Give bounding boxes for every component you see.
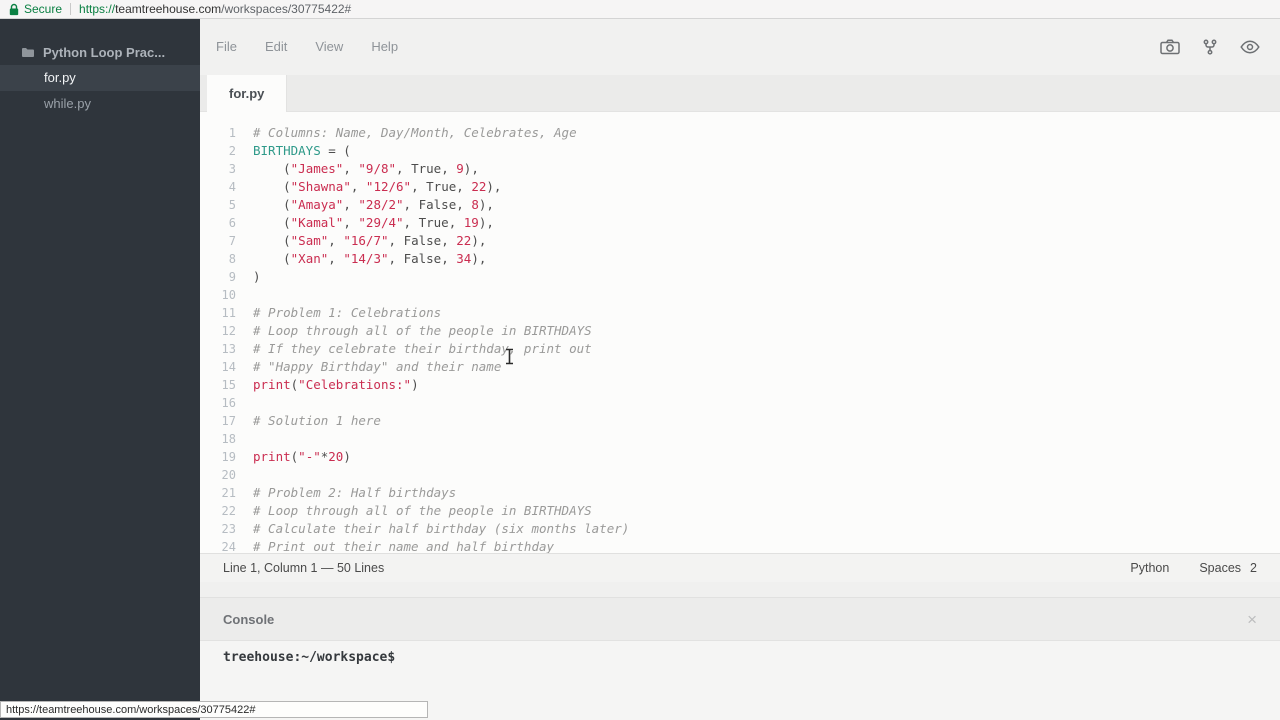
panel-divider	[200, 582, 1280, 597]
code-line-17[interactable]: 17# Solution 1 here	[200, 412, 1280, 430]
code-line-16[interactable]: 16	[200, 394, 1280, 412]
code-line-1[interactable]: 1# Columns: Name, Day/Month, Celebrates,…	[200, 124, 1280, 142]
close-icon[interactable]: ×	[1247, 611, 1257, 628]
code-line-7[interactable]: 7 ("Sam", "16/7", False, 22),	[200, 232, 1280, 250]
browser-address-bar[interactable]: Secure https://teamtreehouse.com/workspa…	[0, 0, 1280, 19]
console-header: Console ×	[200, 597, 1280, 641]
url-host: teamtreehouse.com	[115, 2, 221, 16]
code-line-15[interactable]: 15print("Celebrations:")	[200, 376, 1280, 394]
code-line-9[interactable]: 9)	[200, 268, 1280, 286]
line-number: 14	[200, 358, 236, 376]
lock-icon	[9, 3, 19, 16]
line-number: 20	[200, 466, 236, 484]
fork-icon[interactable]	[1202, 39, 1218, 55]
code-line-6[interactable]: 6 ("Kamal", "29/4", True, 19),	[200, 214, 1280, 232]
line-number: 7	[200, 232, 236, 250]
workspace-app: Python Loop Prac... for.pywhile.py FileE…	[0, 19, 1280, 720]
line-number: 1	[200, 124, 236, 142]
terminal-prompt: treehouse:~/workspace$	[223, 650, 395, 665]
code-line-20[interactable]: 20	[200, 466, 1280, 484]
line-number: 10	[200, 286, 236, 304]
code-line-24[interactable]: 24# Print out their name and half birthd…	[200, 538, 1280, 553]
code-line-23[interactable]: 23# Calculate their half birthday (six m…	[200, 520, 1280, 538]
line-number: 3	[200, 160, 236, 178]
line-number: 13	[200, 340, 236, 358]
indent-size[interactable]: 2	[1250, 561, 1257, 575]
tab-bar: for.py	[200, 75, 1280, 112]
code-line-22[interactable]: 22# Loop through all of the people in BI…	[200, 502, 1280, 520]
project-folder[interactable]: Python Loop Prac...	[0, 39, 200, 65]
line-number: 23	[200, 520, 236, 538]
toolbar-icons	[1160, 39, 1260, 55]
line-number: 2	[200, 142, 236, 160]
code-line-10[interactable]: 10	[200, 286, 1280, 304]
line-number: 11	[200, 304, 236, 322]
cursor-position: Line 1, Column 1 — 50 Lines	[223, 561, 384, 575]
code-line-13[interactable]: 13# If they celebrate their birthday, pr…	[200, 340, 1280, 358]
folder-icon	[21, 47, 35, 58]
camera-icon[interactable]	[1160, 39, 1180, 55]
address-bar-divider	[70, 3, 71, 15]
sidebar-file-for.py[interactable]: for.py	[0, 65, 200, 91]
code-line-19[interactable]: 19print("-"*20)	[200, 448, 1280, 466]
language-indicator[interactable]: Python	[1130, 561, 1169, 575]
secure-label: Secure	[24, 2, 62, 16]
code-line-11[interactable]: 11# Problem 1: Celebrations	[200, 304, 1280, 322]
line-number: 21	[200, 484, 236, 502]
menu-view[interactable]: View	[315, 39, 343, 54]
eye-icon[interactable]	[1240, 40, 1260, 54]
code-line-18[interactable]: 18	[200, 430, 1280, 448]
line-number: 18	[200, 430, 236, 448]
line-number: 4	[200, 178, 236, 196]
menu-help[interactable]: Help	[371, 39, 398, 54]
code-line-2[interactable]: 2BIRTHDAYS = (	[200, 142, 1280, 160]
line-number: 15	[200, 376, 236, 394]
menu-edit[interactable]: Edit	[265, 39, 287, 54]
menubar: File Edit View Help	[200, 19, 1280, 75]
editor-statusbar: Line 1, Column 1 — 50 Lines Python Space…	[200, 553, 1280, 582]
link-status-bubble: https://teamtreehouse.com/workspaces/307…	[0, 701, 428, 718]
line-number: 8	[200, 250, 236, 268]
line-number: 19	[200, 448, 236, 466]
code-line-4[interactable]: 4 ("Shawna", "12/6", True, 22),	[200, 178, 1280, 196]
line-number: 5	[200, 196, 236, 214]
line-number: 6	[200, 214, 236, 232]
tab-for-py[interactable]: for.py	[207, 75, 287, 112]
line-number: 16	[200, 394, 236, 412]
sidebar-file-while.py[interactable]: while.py	[0, 91, 200, 117]
code-line-8[interactable]: 8 ("Xan", "14/3", False, 34),	[200, 250, 1280, 268]
line-number: 22	[200, 502, 236, 520]
console-title: Console	[223, 612, 274, 627]
code-editor[interactable]: 1# Columns: Name, Day/Month, Celebrates,…	[200, 112, 1280, 553]
line-number: 17	[200, 412, 236, 430]
line-number: 24	[200, 538, 236, 553]
menu-file[interactable]: File	[216, 39, 237, 54]
line-number: 9	[200, 268, 236, 286]
code-line-5[interactable]: 5 ("Amaya", "28/2", False, 8),	[200, 196, 1280, 214]
file-sidebar: Python Loop Prac... for.pywhile.py	[0, 19, 200, 720]
url-path: /workspaces/30775422#	[221, 2, 351, 16]
line-number: 12	[200, 322, 236, 340]
file-list: for.pywhile.py	[0, 65, 200, 117]
indent-type[interactable]: Spaces	[1199, 561, 1241, 575]
url-scheme: https://	[79, 2, 115, 16]
editor-pane: File Edit View Help	[200, 19, 1280, 720]
code-line-14[interactable]: 14# "Happy Birthday" and their name	[200, 358, 1280, 376]
code-line-3[interactable]: 3 ("James", "9/8", True, 9),	[200, 160, 1280, 178]
code-line-12[interactable]: 12# Loop through all of the people in BI…	[200, 322, 1280, 340]
menu-items: File Edit View Help	[216, 38, 426, 56]
url-text[interactable]: https://teamtreehouse.com/workspaces/307…	[79, 2, 351, 16]
project-name: Python Loop Prac...	[43, 45, 165, 60]
code-line-21[interactable]: 21# Problem 2: Half birthdays	[200, 484, 1280, 502]
